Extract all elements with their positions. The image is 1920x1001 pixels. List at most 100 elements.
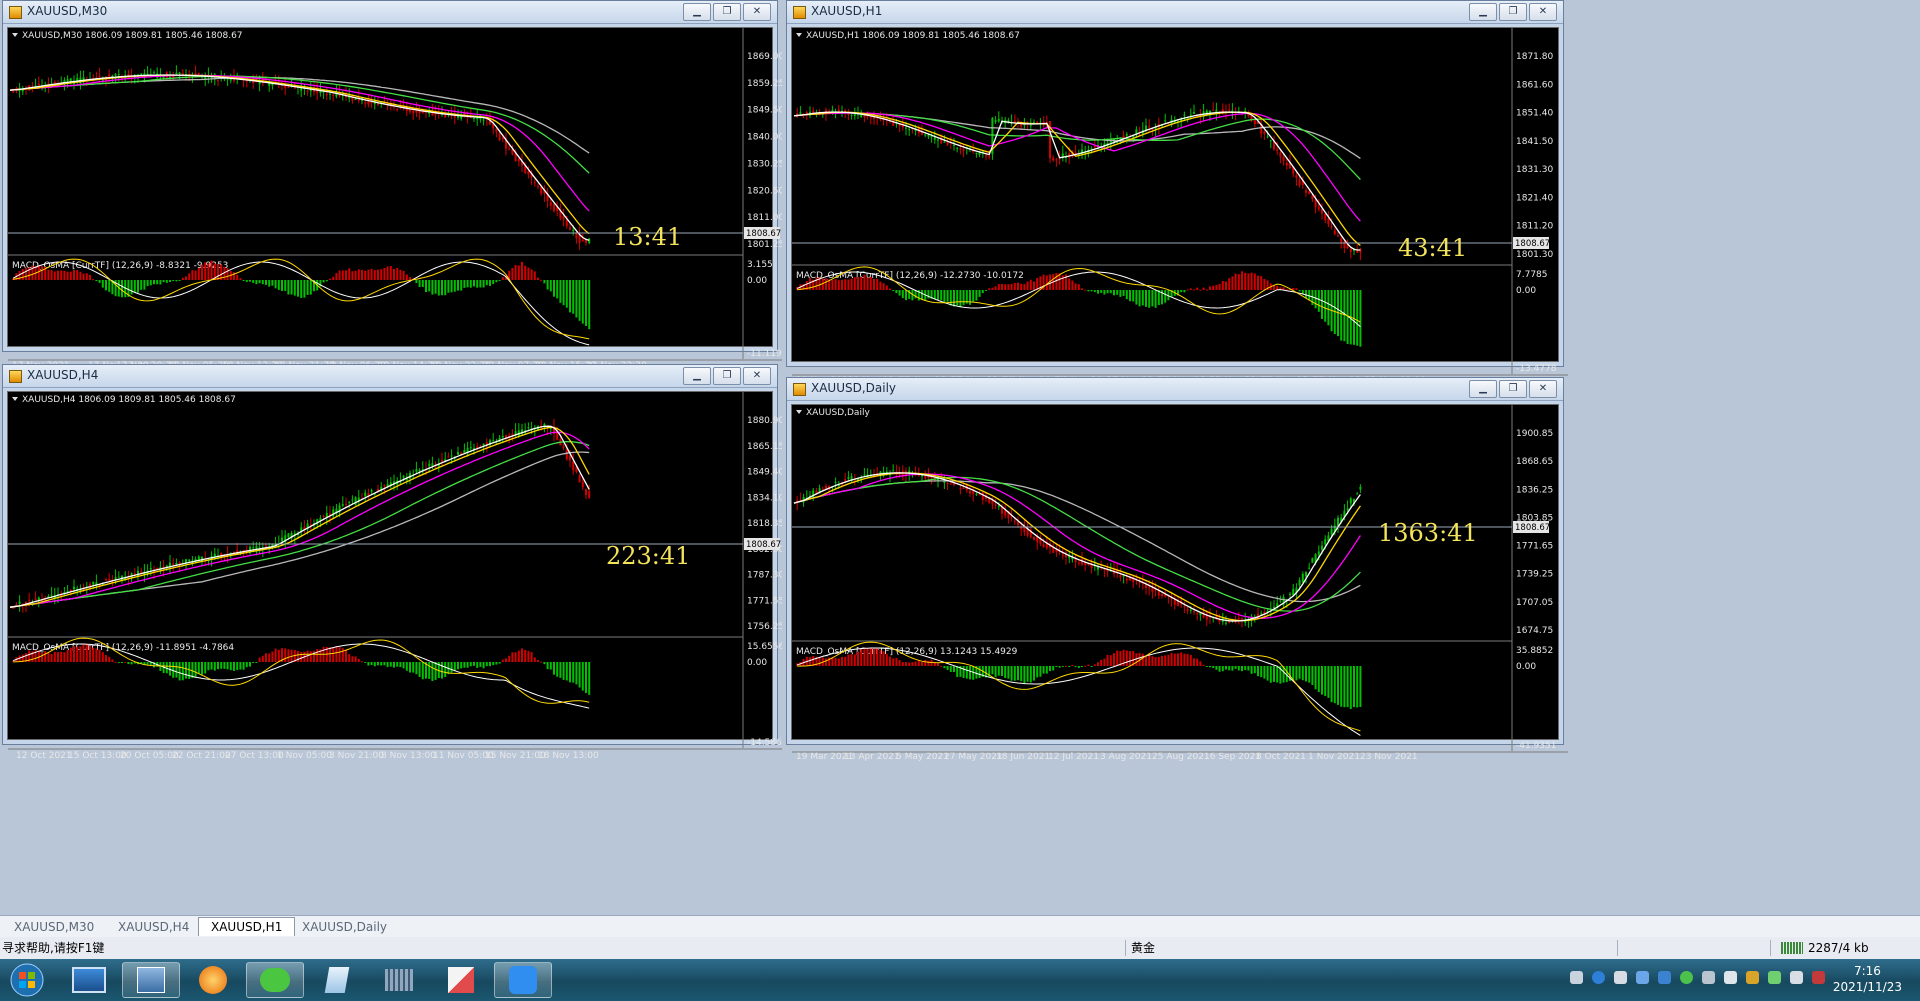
macd-histogram-bar <box>1269 666 1272 683</box>
notes-taskbar-button[interactable] <box>494 962 552 998</box>
tray-app-icon[interactable] <box>1768 971 1781 984</box>
candle-body <box>405 109 408 112</box>
candle-body <box>949 483 952 485</box>
tray-app-icon[interactable] <box>1746 971 1759 984</box>
chart-canvas[interactable]: XAUUSD,H4 1806.09 1809.81 1805.46 1808.6… <box>8 392 782 771</box>
macd-histogram-bar <box>434 280 437 294</box>
macd-histogram-bar <box>943 666 946 669</box>
macd-histogram-bar <box>82 644 85 662</box>
chart-area[interactable]: XAUUSD,H1 1806.09 1809.81 1805.46 1808.6… <box>791 27 1568 386</box>
chart-canvas[interactable]: XAUUSD,H1 1806.09 1809.81 1805.46 1808.6… <box>792 28 1568 393</box>
price-tick-label: 1841.50 <box>1516 137 1553 147</box>
chart-window-h1[interactable]: XAUUSD,H1 ▁ ❐ ✕ XAUUSD,H1 1806.09 1809.8… <box>786 0 1568 386</box>
candle-body <box>1125 134 1128 136</box>
tray-app-icon[interactable] <box>1636 971 1649 984</box>
chart-window-daily[interactable]: XAUUSD,Daily ▁ ❐ ✕ XAUUSD,Daily MACD_OsMA… <box>786 377 1568 762</box>
title-bar[interactable]: XAUUSD,Daily ▁ ❐ ✕ <box>787 378 1563 401</box>
macd-histogram-bar <box>194 662 197 678</box>
close-button[interactable]: ✕ <box>743 3 771 21</box>
macd-histogram-bar <box>940 665 943 667</box>
chart-window-h4[interactable]: XAUUSD,H4 ▁ ❐ ✕ XAUUSD,H4 1806.09 1809.8… <box>2 364 782 761</box>
collapse-arrow-icon[interactable] <box>796 410 802 414</box>
macd-histogram-bar <box>1039 666 1042 677</box>
candle-body <box>969 490 971 494</box>
tab-xauusd-h1[interactable]: XAUUSD,H1 <box>198 917 296 936</box>
minimize-button[interactable]: ▁ <box>683 3 711 21</box>
metatrader-taskbar-button[interactable] <box>122 962 180 998</box>
macd-histogram-bar <box>1129 651 1131 666</box>
candle-body <box>287 86 290 88</box>
price-tick-label: 1739.25 <box>1516 570 1553 580</box>
macd-histogram-bar <box>533 657 536 662</box>
shield-icon[interactable] <box>1658 971 1671 984</box>
macd-histogram-bar <box>1042 666 1045 674</box>
minimize-button[interactable]: ▁ <box>1469 3 1497 21</box>
minimize-button[interactable]: ▁ <box>1469 380 1497 398</box>
close-button[interactable]: ✕ <box>1529 380 1557 398</box>
network-taskbar-icon[interactable] <box>370 962 428 998</box>
tab-xauusd-daily[interactable]: XAUUSD,Daily <box>290 918 399 936</box>
network-status-icon[interactable] <box>1812 971 1825 984</box>
wechat-tray-icon[interactable] <box>1680 971 1693 984</box>
speaker-icon[interactable] <box>1790 971 1803 984</box>
collapse-arrow-icon[interactable] <box>12 33 18 37</box>
keyboard-icon[interactable] <box>1570 971 1583 984</box>
macd-histogram-bar <box>412 662 415 673</box>
chart-area[interactable]: XAUUSD,M30 1806.09 1809.81 1805.46 1808.… <box>7 27 782 371</box>
chart-area[interactable]: XAUUSD,H4 1806.09 1809.81 1805.46 1808.6… <box>7 391 782 761</box>
paint-taskbar-icon[interactable] <box>432 962 490 998</box>
system-clock[interactable]: 7:16 2021/11/23 <box>1833 963 1902 995</box>
start-button[interactable] <box>4 962 50 998</box>
macd-histogram-bar <box>1359 666 1362 708</box>
volume-icon[interactable] <box>1724 971 1737 984</box>
macd-histogram-bar <box>540 279 543 281</box>
macd-histogram-bar <box>1017 282 1019 290</box>
chart-canvas[interactable]: XAUUSD,M30 1806.09 1809.81 1805.46 1808.… <box>8 28 782 378</box>
title-bar[interactable]: XAUUSD,H1 ▁ ❐ ✕ <box>787 1 1563 24</box>
macd-histogram-bar <box>1033 281 1035 290</box>
macd-histogram-bar <box>354 656 357 662</box>
title-bar[interactable]: XAUUSD,M30 ▁ ❐ ✕ <box>3 1 777 24</box>
macd-histogram-bar <box>1058 666 1061 668</box>
title-bar[interactable]: XAUUSD,H4 ▁ ❐ ✕ <box>3 365 777 388</box>
macd-histogram-bar <box>370 268 373 280</box>
minimize-button[interactable]: ▁ <box>683 367 711 385</box>
tray-app-icon[interactable] <box>1614 971 1627 984</box>
macd-histogram-bar <box>261 280 264 285</box>
help-icon[interactable] <box>1592 971 1605 984</box>
notepad-taskbar-icon[interactable] <box>308 962 366 998</box>
show-desktop-taskbar-icon[interactable] <box>60 962 118 998</box>
collapse-arrow-icon[interactable] <box>796 33 802 37</box>
macd-histogram-bar <box>169 280 171 283</box>
chart-window-m30[interactable]: XAUUSD,M30 ▁ ❐ ✕ XAUUSD,M30 1806.09 1809… <box>2 0 782 371</box>
candle-body <box>1093 146 1096 148</box>
close-button[interactable]: ✕ <box>1529 3 1557 21</box>
macd-histogram-bar <box>1305 290 1307 299</box>
browser-taskbar-icon[interactable] <box>184 962 242 998</box>
chart-canvas[interactable]: XAUUSD,DailyMACD_OsMA [CurrTF] (12,26,9)… <box>792 405 1568 771</box>
tab-xauusd-m30[interactable]: XAUUSD,M30 <box>2 918 106 936</box>
restore-button[interactable]: ❐ <box>1499 380 1527 398</box>
chart-area[interactable]: XAUUSD,Daily MACD_OsMA [CurrTF] (12,26,9)… <box>791 404 1568 762</box>
macd-histogram-bar <box>383 662 386 666</box>
price-tick-label: 1811.20 <box>1516 222 1553 232</box>
macd-histogram-bar <box>191 270 194 280</box>
candle-body <box>1033 122 1035 124</box>
candle-body <box>466 447 469 453</box>
restore-button[interactable]: ❐ <box>713 3 741 21</box>
close-button[interactable]: ✕ <box>743 367 771 385</box>
macd-histogram-bar <box>1033 666 1035 681</box>
macd-signal-line <box>13 258 590 340</box>
wechat-taskbar-button[interactable] <box>246 962 304 998</box>
macd-histogram-bar <box>297 650 299 662</box>
tray-app-icon[interactable] <box>1702 971 1715 984</box>
collapse-arrow-icon[interactable] <box>12 397 18 401</box>
macd-histogram-bar <box>1253 666 1256 674</box>
restore-button[interactable]: ❐ <box>1499 3 1527 21</box>
macd-histogram-bar <box>1324 290 1327 322</box>
macd-histogram-bar <box>287 649 290 662</box>
tab-xauusd-h4[interactable]: XAUUSD,H4 <box>106 918 201 936</box>
restore-button[interactable]: ❐ <box>713 367 741 385</box>
macd-histogram-bar <box>47 652 50 662</box>
macd-histogram-bar <box>181 662 184 681</box>
